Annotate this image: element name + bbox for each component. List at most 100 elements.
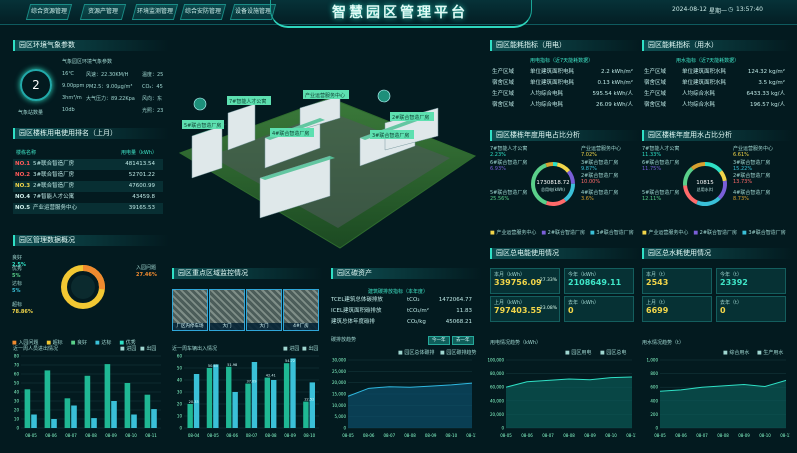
bar-in[interactable] bbox=[187, 404, 193, 428]
map-pin-icon[interactable] bbox=[193, 97, 207, 111]
data-label: 54.72 bbox=[285, 359, 295, 363]
table-row[interactable]: NO.4 7#智能人才公寓 43459.8 bbox=[13, 192, 163, 203]
bar-out[interactable] bbox=[271, 380, 277, 428]
ranking-col-name: 楼栋名称 bbox=[16, 150, 37, 156]
bar-in[interactable] bbox=[24, 389, 31, 428]
x-tick-label: 08-10 bbox=[759, 433, 771, 438]
x-tick-label: 08-05 bbox=[342, 433, 354, 438]
y-tick-label: 40,000 bbox=[490, 398, 504, 403]
bar-in[interactable] bbox=[283, 363, 290, 428]
legend-item: ■ 产业运营服务中心 bbox=[490, 230, 537, 236]
carbon-tab-this-year[interactable]: 今一年 bbox=[428, 336, 450, 345]
x-tick-label: 08-09 bbox=[584, 433, 596, 438]
y-tick-label: 20,000 bbox=[332, 380, 346, 385]
y-tick-label: 20 bbox=[14, 408, 20, 413]
index-row: 生产区域 人均综合水耗 6433.33 kg/人 bbox=[644, 91, 785, 97]
ranking-table: NO.1 5#联合智造厂房 481413.54 NO.2 3#联合智造厂房 52701.2… bbox=[13, 159, 163, 214]
bar-in[interactable] bbox=[226, 366, 232, 428]
svg-text:2#联合智造厂房: 2#联合智造厂房 bbox=[392, 114, 429, 121]
x-tick-label: 08-05 bbox=[500, 433, 512, 438]
water-area-chart: 0 200 400 600 800 1,000 08-05 08-06 08-07 08-08 08… bbox=[647, 358, 790, 439]
bar-in[interactable] bbox=[144, 394, 151, 428]
table-row[interactable]: NO.1 5#联合智造厂房 481413.54 bbox=[13, 159, 163, 170]
carbon-area-chart: 0 5,000 10,000 15,000 20,000 25,000 30,000 08-0… bbox=[332, 358, 476, 439]
mgmt-section-title: 园区管理数据概况 bbox=[13, 235, 169, 246]
data-label: 20.33 bbox=[189, 400, 199, 404]
legend-item: ■ 产业运营服务中心 bbox=[642, 230, 689, 236]
elec-legend-b: ■ 园区总电 bbox=[600, 350, 627, 356]
bar-out[interactable] bbox=[290, 358, 296, 428]
x-tick-label: 08-06 bbox=[226, 433, 238, 438]
map-pin-icon[interactable] bbox=[377, 89, 391, 103]
nav-item-env[interactable]: 环境监测管理 bbox=[131, 4, 179, 20]
bar-in[interactable] bbox=[245, 383, 251, 428]
env-value: CO₂：45 bbox=[142, 84, 163, 90]
monitor-section-title: 园区重点区域监控情况 bbox=[172, 268, 323, 279]
x-tick-label: 08-08 bbox=[563, 433, 575, 438]
bar-in[interactable] bbox=[64, 398, 71, 428]
elec-area-chart: 0 20,000 40,000 60,000 80,000 100,000 08-05 08-… bbox=[487, 358, 636, 439]
rank-value: 43459.8 bbox=[132, 194, 155, 200]
share-slice bbox=[545, 198, 566, 206]
elec-index-table: 生产区域 单位建筑面积电耗 2.2 kWh/m² 宿舍区域 单位建筑面积电耗 0.13 k… bbox=[490, 67, 635, 111]
table-row[interactable]: NO.5 产业运营服务中心 39165.53 bbox=[13, 203, 163, 214]
legend-item: ■ 良好 bbox=[70, 340, 88, 346]
bar-out[interactable] bbox=[51, 419, 57, 428]
elec-chart-title: 用电情况趋势（kWh） bbox=[490, 340, 542, 346]
rank-name: 3#联合智造厂房 bbox=[33, 172, 75, 178]
env-value: 风速：22.30KM/H bbox=[86, 72, 129, 78]
table-row[interactable]: NO.3 2#联合智造厂房 47600.99 bbox=[13, 181, 163, 192]
env-row: 9.00ppm PM2.5：9.00μg/m³ CO₂：45 bbox=[62, 83, 172, 95]
bar-out[interactable] bbox=[251, 362, 258, 428]
bar-in[interactable] bbox=[303, 401, 309, 428]
camera-thumb[interactable]: 厂区内停车场 bbox=[172, 289, 208, 331]
bar-out[interactable] bbox=[151, 409, 157, 428]
bar-out[interactable] bbox=[71, 405, 77, 429]
nav-item-security[interactable]: 综合安防管理 bbox=[179, 4, 227, 20]
camera-thumb[interactable]: 4#厂房 bbox=[283, 289, 319, 331]
bar-in[interactable] bbox=[124, 383, 131, 428]
share-slice bbox=[717, 180, 727, 200]
bar-out[interactable] bbox=[131, 414, 137, 429]
bar-out[interactable] bbox=[309, 382, 315, 428]
y-tick-label: 0 bbox=[16, 426, 19, 431]
bar-out[interactable] bbox=[111, 401, 117, 428]
bar-in[interactable] bbox=[44, 370, 51, 428]
legend-item: ■ 2#联合智造厂房 bbox=[541, 230, 586, 236]
bar-out[interactable] bbox=[31, 414, 37, 429]
x-tick-label: 08-06 bbox=[45, 433, 57, 438]
total-cell: 本月（kWh） 339756.09 27.33% bbox=[490, 268, 560, 294]
share-label: 7#智能人才公寓 2.23% bbox=[490, 146, 528, 158]
nav-item-assets[interactable]: 资源产管理 bbox=[79, 4, 127, 20]
bar-in[interactable] bbox=[264, 377, 271, 428]
bar-out[interactable] bbox=[213, 364, 219, 428]
carbon-tab-last-year[interactable]: 去一年 bbox=[452, 336, 474, 345]
car-legend-out: ■ 出园 bbox=[302, 346, 319, 352]
index-row: 生产区域 单位建筑面积水耗 124.32 kg/m² bbox=[644, 69, 785, 75]
nav-item-resource[interactable]: 综合资源管理 bbox=[25, 4, 73, 20]
env-params: 16℃ 风速：22.30KM/H 温度：25 9.00ppm PM2.5：9.00μg/… bbox=[62, 71, 172, 119]
bar-in[interactable] bbox=[104, 364, 111, 428]
carbon-table: TCEL建筑总体碳排放 tCO₂ 1472064.77 ICEL建筑面积碳排放 tCO₂… bbox=[331, 295, 476, 328]
x-tick-label: 08-10 bbox=[125, 433, 137, 438]
water-legend-a: ■ 综合用水 bbox=[723, 350, 750, 356]
share-legend: ■ 产业运营服务中心 ■ 2#联合智造厂房 ■ 3#联合智造厂房 bbox=[642, 229, 791, 236]
camera-thumb[interactable]: 大门 bbox=[209, 289, 245, 331]
rank-value: 52701.22 bbox=[128, 172, 155, 178]
camera-thumb[interactable]: 大门 bbox=[246, 289, 282, 331]
bar-out[interactable] bbox=[232, 392, 238, 428]
share-label: 3#联合智造厂房 15.22% bbox=[733, 160, 771, 172]
park-3d-map[interactable]: 5#联合智造厂房 7#智能人才公寓 4#联合智造厂房 产业运营服务中心 3#联合… bbox=[170, 78, 480, 258]
table-row[interactable]: NO.2 3#联合智造厂房 52701.22 bbox=[13, 170, 163, 181]
carbon-row: 建筑总体年度碳排 CO₂/kg 45068.21 bbox=[331, 319, 472, 325]
share-label: 6#联合智造厂房 6.93% bbox=[490, 160, 528, 172]
camera-label: 厂区内停车场 bbox=[173, 323, 207, 330]
total-cell: 今年（t） 23392 bbox=[716, 268, 786, 294]
bar-in[interactable] bbox=[84, 375, 91, 428]
y-tick-label: 30 bbox=[14, 399, 20, 404]
share-center-unit: 总用电(kWh) bbox=[541, 186, 565, 192]
bar-in[interactable] bbox=[206, 368, 213, 428]
share-donut: 10815总用水(t) bbox=[683, 162, 727, 206]
x-tick-label: 08-11 bbox=[145, 433, 157, 438]
bar-out[interactable] bbox=[91, 418, 97, 428]
